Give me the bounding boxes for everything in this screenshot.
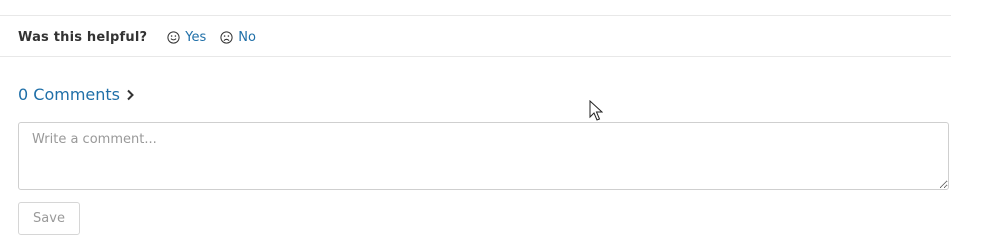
comments-toggle[interactable]: 0 Comments xyxy=(18,85,135,104)
top-divider xyxy=(0,15,951,16)
comments-title: 0 Comments xyxy=(18,85,120,104)
feedback-row: Was this helpful? Yes No xyxy=(18,27,256,47)
vote-yes-button[interactable]: Yes xyxy=(167,30,206,45)
mouse-pointer-icon xyxy=(589,100,603,121)
vote-no-label: No xyxy=(238,29,256,45)
middle-divider xyxy=(0,56,951,57)
chevron-right-icon xyxy=(126,89,135,101)
frown-icon xyxy=(220,30,233,44)
smile-icon xyxy=(167,30,180,44)
comment-input[interactable] xyxy=(18,122,949,190)
feedback-question: Was this helpful? xyxy=(18,29,148,45)
save-button[interactable]: Save xyxy=(18,202,80,235)
vote-no-button[interactable]: No xyxy=(220,30,256,45)
vote-yes-label: Yes xyxy=(185,29,207,45)
